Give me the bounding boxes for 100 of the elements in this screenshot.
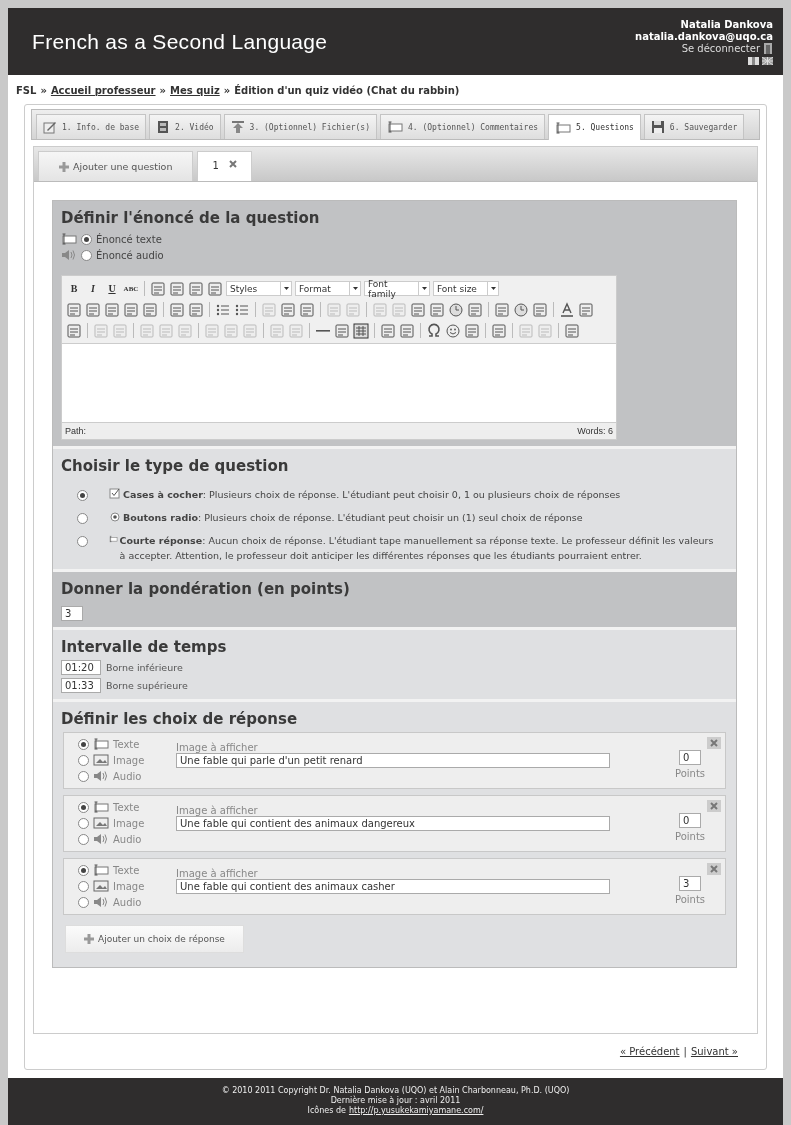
- tab[interactable]: 4. (Optionnel) Commentaires: [380, 114, 546, 139]
- close-icon[interactable]: [710, 802, 718, 810]
- answer-type-label: Audio: [113, 896, 142, 908]
- points-label: Points: [674, 768, 705, 779]
- smiley-icon[interactable]: [445, 322, 461, 339]
- caret-icon: [283, 287, 289, 290]
- time-input[interactable]: 01:33: [61, 678, 101, 693]
- option-label: Énoncé audio: [96, 249, 164, 261]
- pencil-icon: [43, 120, 57, 134]
- icons-link[interactable]: http://p.yusukekamiyamane.com/: [348, 1106, 484, 1116]
- plus-icon: [59, 161, 69, 172]
- breadcrumb-link[interactable]: Mes quiz: [170, 85, 220, 96]
- speaker-icon: [93, 770, 109, 782]
- copyright-text: © 2010 2011 Copyright Dr. Natalia Dankova (UQO) et Alain Charbonneau, Ph.D. (UQO): [221, 1086, 570, 1095]
- points-input[interactable]: 0: [679, 750, 701, 765]
- flag-icon[interactable]: [748, 56, 759, 65]
- speaker-icon: [93, 896, 109, 908]
- answer-type-label: Image: [113, 754, 145, 766]
- question-tab[interactable]: 1: [197, 151, 252, 181]
- answer-type-label: Texte: [113, 801, 140, 813]
- add-question-button[interactable]: Ajouter une question: [38, 151, 194, 181]
- user-name: Natalia Dankova: [680, 18, 773, 31]
- field-label: Image à afficher: [176, 868, 259, 879]
- radio-button[interactable]: [78, 770, 89, 782]
- caret-icon: [490, 287, 496, 290]
- radio-button[interactable]: [81, 233, 92, 245]
- answer-type-label: Image: [113, 817, 145, 829]
- speaker-icon: [93, 833, 109, 845]
- omega-icon[interactable]: [426, 322, 442, 339]
- radio-button[interactable]: [77, 490, 88, 501]
- add-answer-button[interactable]: Ajouter un choix de réponse: [65, 925, 244, 953]
- tab[interactable]: 3. (Optionnel) Fichier(s): [223, 114, 377, 139]
- path-label: Path:: [65, 426, 86, 436]
- radio-button[interactable]: [78, 880, 89, 892]
- section-title: Intervalle de temps: [61, 638, 228, 656]
- format-button[interactable]: U: [104, 283, 120, 294]
- radio-button[interactable]: [78, 754, 89, 766]
- dropdown-select[interactable]: Font size: [433, 281, 499, 296]
- word-count: Words: 6: [577, 426, 613, 436]
- user-email: natalia.dankova@uqo.ca: [635, 30, 773, 43]
- help-icon[interactable]: [448, 301, 464, 318]
- radio-button[interactable]: [81, 249, 92, 261]
- radio-button[interactable]: [78, 833, 89, 845]
- radio-button[interactable]: [78, 896, 89, 908]
- previous-link[interactable]: « Précédent: [619, 1046, 680, 1057]
- breadcrumb-text: »: [40, 85, 47, 96]
- logout-link[interactable]: Se déconnecter: [681, 42, 760, 55]
- format-button[interactable]: B: [66, 283, 82, 294]
- format-button[interactable]: I: [85, 283, 101, 294]
- points-input[interactable]: 3: [61, 606, 83, 621]
- update-text: Dernière mise à jour : avril 2011: [330, 1096, 461, 1105]
- radio-icon: [109, 510, 121, 522]
- question-type-description: Cases à cocher: Plusieurs choix de réponse. L'étudiant peut choisir 0, 1 ou plusieurs choix de réponses: [123, 488, 621, 502]
- radio-button[interactable]: [78, 817, 89, 829]
- film-icon: [156, 120, 171, 134]
- tab[interactable]: 2. Vidéo: [149, 114, 221, 139]
- bound-label: Borne inférieure: [106, 662, 183, 673]
- dropdown-select[interactable]: Styles: [226, 281, 292, 296]
- answer-input[interactable]: Une fable qui contient des animaux dangereux: [176, 816, 610, 831]
- speaker-icon: [61, 249, 77, 261]
- time-input[interactable]: 01:20: [61, 660, 101, 675]
- section-title: Donner la pondération (en points): [61, 580, 351, 598]
- answer-input[interactable]: Une fable qui contient des animaux casher: [176, 879, 610, 894]
- radio-button[interactable]: [78, 801, 89, 813]
- image-icon: [93, 754, 109, 766]
- section-title: Choisir le type de question: [61, 457, 290, 475]
- flag-icon[interactable]: [762, 56, 773, 65]
- insert-time-icon[interactable]: [513, 301, 529, 318]
- breadcrumb-text: Édition d'un quiz vidéo (Chat du rabbin): [234, 85, 460, 96]
- image-icon: [93, 880, 109, 892]
- radio-button[interactable]: [77, 536, 88, 547]
- site-title: French as a Second Language: [32, 29, 328, 54]
- tab[interactable]: 6. Sauvegarder: [643, 114, 745, 139]
- points-input[interactable]: 0: [679, 813, 701, 828]
- visual-aid-icon[interactable]: [353, 322, 369, 339]
- dropdown-select[interactable]: Format: [295, 281, 361, 296]
- radio-button[interactable]: [77, 513, 88, 524]
- upload-arrow-icon: [230, 120, 245, 134]
- text-field-icon: [555, 121, 572, 134]
- checkbox-icon: [109, 487, 121, 499]
- text-color-icon[interactable]: [559, 301, 575, 318]
- plus-icon: [84, 934, 94, 944]
- answer-type-label: Texte: [113, 864, 140, 876]
- points-input[interactable]: 3: [679, 876, 701, 891]
- answer-input[interactable]: Une fable qui parle d'un petit renard: [176, 753, 610, 768]
- close-icon[interactable]: [710, 865, 718, 873]
- radio-button[interactable]: [78, 864, 89, 876]
- text-field-icon: [93, 864, 109, 876]
- pager-separator: |: [683, 1046, 687, 1057]
- close-icon[interactable]: [710, 739, 718, 747]
- tab[interactable]: 5. Questions: [548, 114, 641, 140]
- radio-button[interactable]: [78, 738, 89, 750]
- option-label: Énoncé texte: [96, 233, 162, 245]
- tab[interactable]: 1. Info. de base: [36, 114, 147, 139]
- breadcrumb-link[interactable]: Accueil professeur: [50, 85, 156, 96]
- icons-credit-text: Icônes de: [307, 1106, 346, 1116]
- next-link[interactable]: Suivant »: [690, 1046, 738, 1057]
- close-icon[interactable]: [228, 160, 237, 168]
- text-field-icon: [387, 121, 403, 133]
- points-label: Points: [674, 831, 705, 842]
